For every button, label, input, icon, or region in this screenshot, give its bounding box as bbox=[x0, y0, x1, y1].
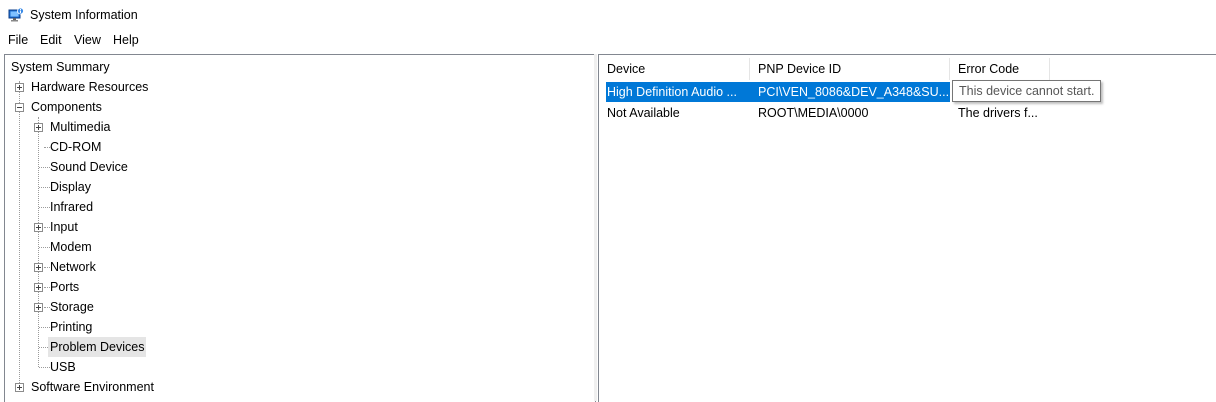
menu-help[interactable]: Help bbox=[113, 33, 139, 47]
table-cell-device: High Definition Audio ... bbox=[607, 85, 737, 99]
expand-icon[interactable] bbox=[34, 283, 43, 292]
tree-item-label: Software Environment bbox=[31, 380, 154, 394]
system-information-icon bbox=[8, 7, 24, 22]
menu-file[interactable]: File bbox=[8, 33, 28, 47]
details-list[interactable]: Device PNP Device ID Error Code High Def… bbox=[598, 54, 1216, 402]
tree-item-label: Hardware Resources bbox=[31, 80, 149, 94]
expand-icon[interactable] bbox=[15, 383, 24, 392]
tree-item-label: System Summary bbox=[11, 60, 110, 74]
expand-icon[interactable] bbox=[34, 263, 43, 272]
column-header-error-code[interactable]: Error Code bbox=[950, 58, 1050, 80]
tree-item-label: Storage bbox=[50, 300, 94, 314]
tree-item-hardware-resources[interactable]: Hardware Resources bbox=[5, 77, 585, 97]
menu-view[interactable]: View bbox=[74, 33, 101, 47]
tree-item-display[interactable]: Display bbox=[5, 177, 585, 197]
tree-item-system-summary[interactable]: System Summary bbox=[5, 57, 585, 77]
tree-item-sound-device[interactable]: Sound Device bbox=[5, 157, 585, 177]
tree-item-software-environment[interactable]: Software Environment bbox=[5, 377, 585, 397]
expand-icon[interactable] bbox=[15, 83, 24, 92]
tree-item-label: Ports bbox=[50, 280, 80, 294]
window-title: System Information bbox=[30, 8, 138, 22]
tree-item-label: Problem Devices bbox=[48, 337, 147, 357]
tree-item-label: Sound Device bbox=[50, 160, 128, 174]
table-cell-device[interactable]: Not Available bbox=[599, 103, 750, 123]
tree-item-usb[interactable]: USB bbox=[5, 357, 585, 377]
tree-item-ports[interactable]: Ports bbox=[5, 277, 585, 297]
tree-item-label: Components bbox=[31, 100, 102, 114]
table-cell-pnp-device-id: PCI\VEN_8086&DEV_A348&SU... bbox=[758, 85, 950, 99]
tree-item-multimedia[interactable]: Multimedia bbox=[5, 117, 585, 137]
tree-item-label: Display bbox=[50, 180, 91, 194]
tree-item-label: USB bbox=[50, 360, 76, 374]
tree-item-modem[interactable]: Modem bbox=[5, 237, 585, 257]
column-header-pnp-device-id[interactable]: PNP Device ID bbox=[750, 58, 950, 80]
expand-icon[interactable] bbox=[34, 123, 43, 132]
tree-item-infrared[interactable]: Infrared bbox=[5, 197, 585, 217]
tree-item-label: Printing bbox=[50, 320, 93, 334]
tree-item-storage[interactable]: Storage bbox=[5, 297, 585, 317]
tree-item-problem-devices[interactable]: Problem Devices bbox=[5, 337, 585, 357]
collapse-icon[interactable] bbox=[15, 103, 24, 112]
menu-bar: File Edit View Help bbox=[0, 30, 1216, 51]
pane-splitter[interactable] bbox=[594, 54, 597, 401]
menu-edit[interactable]: Edit bbox=[40, 33, 62, 47]
category-tree[interactable]: System Summary Hardware Resources Compon… bbox=[4, 54, 596, 402]
tree-item-label: Input bbox=[50, 220, 78, 234]
tree-item-label: Multimedia bbox=[50, 120, 111, 134]
tree-item-cd-rom[interactable]: CD-ROM bbox=[5, 137, 585, 157]
table-cell-error-code[interactable]: The drivers f... bbox=[950, 103, 1050, 123]
tree-item-label: Infrared bbox=[50, 200, 94, 214]
column-header-device[interactable]: Device bbox=[599, 58, 750, 80]
tree-item-input[interactable]: Input bbox=[5, 217, 585, 237]
title-bar: System Information bbox=[0, 0, 1216, 30]
expand-icon[interactable] bbox=[34, 303, 43, 312]
error-code-tooltip: This device cannot start. bbox=[952, 80, 1102, 102]
tree-item-label: Network bbox=[50, 260, 96, 274]
table-cell-pnp-device-id[interactable]: ROOT\MEDIA\0000 bbox=[750, 103, 950, 123]
expand-icon[interactable] bbox=[34, 223, 43, 232]
tree-item-network[interactable]: Network bbox=[5, 257, 585, 277]
table-row-selected[interactable]: High Definition Audio ... PCI\VEN_8086&D… bbox=[606, 82, 950, 102]
tree-item-label: CD-ROM bbox=[50, 140, 102, 154]
tree-item-label: Modem bbox=[50, 240, 92, 254]
tree-item-printing[interactable]: Printing bbox=[5, 317, 585, 337]
tree-item-components[interactable]: Components bbox=[5, 97, 585, 117]
